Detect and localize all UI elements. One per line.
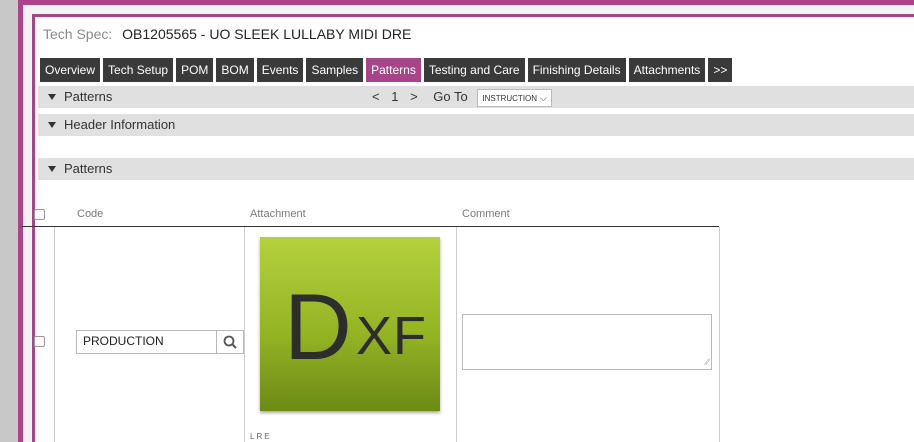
window-frame: Tech Spec: OB1205565 - UO SLEEK LULLABY …: [18, 0, 914, 442]
tab-patterns[interactable]: Patterns: [366, 58, 421, 82]
dxf-letters-xf: XF: [356, 306, 428, 366]
comment-textarea[interactable]: ∕∕: [462, 314, 712, 370]
goto-label: Go To: [433, 89, 468, 104]
tab-testing-and-care[interactable]: Testing and Care: [423, 58, 525, 82]
tech-spec-panel: Tech Spec: OB1205565 - UO SLEEK LULLABY …: [32, 14, 914, 442]
dxf-letter-d: D: [284, 274, 352, 379]
header-information-section[interactable]: Header Information: [38, 114, 914, 136]
patterns-section[interactable]: Patterns: [38, 158, 914, 180]
prev-page-button[interactable]: <: [372, 89, 380, 104]
tab-overview[interactable]: Overview: [40, 58, 101, 82]
column-divider: [244, 227, 245, 442]
frame-accent-left: [18, 0, 23, 442]
caret-down-icon[interactable]: [48, 94, 56, 101]
pager: < 1 > Go To INSTRUCTION ⌵: [368, 86, 552, 108]
code-field[interactable]: PRODUCTION: [76, 330, 244, 354]
goto-select-value: INSTRUCTION: [482, 93, 538, 103]
tab-pom[interactable]: POM: [176, 58, 214, 82]
tab-finishing-details[interactable]: Finishing Details: [527, 58, 626, 82]
caret-down-icon[interactable]: [48, 122, 56, 129]
tab-samples[interactable]: Samples: [306, 58, 364, 82]
title-label: Tech Spec:: [43, 26, 113, 42]
tab-bom[interactable]: BOM: [216, 58, 254, 82]
code-field-value: PRODUCTION: [83, 334, 164, 348]
tab-tech-setup[interactable]: Tech Setup: [103, 58, 174, 82]
goto-select[interactable]: INSTRUCTION ⌵: [477, 88, 552, 107]
column-header-code: Code: [77, 208, 104, 220]
resize-grip-icon[interactable]: ∕∕: [706, 357, 709, 367]
header-section-label: Header Information: [64, 117, 176, 132]
panel-accent-line: [35, 14, 914, 17]
tab-bar: Overview Tech Setup POM BOM Events Sampl…: [40, 58, 735, 82]
next-page-button[interactable]: >: [410, 89, 418, 104]
frame-accent-top: [18, 0, 914, 5]
column-header-attachment: Attachment: [250, 208, 306, 220]
chevron-down-icon: ⌵: [540, 92, 547, 103]
column-header-comment: Comment: [462, 208, 510, 220]
patterns-pager-section[interactable]: Patterns < 1 > Go To INSTRUCTION ⌵: [38, 86, 914, 108]
column-divider: [54, 227, 55, 442]
tab-attachments[interactable]: Attachments: [628, 58, 706, 82]
dxf-file-icon[interactable]: D XF: [260, 237, 440, 411]
title-value: OB1205565 - UO SLEEK LULLABY MIDI DRE: [122, 26, 412, 42]
tab-events[interactable]: Events: [256, 58, 304, 82]
select-all-checkbox[interactable]: [34, 209, 45, 220]
table-header-divider: [21, 226, 719, 227]
caret-down-icon[interactable]: [48, 166, 56, 173]
pager-section-label: Patterns: [64, 89, 113, 104]
attachment-caption: LRE: [250, 432, 272, 441]
current-page: 1: [391, 89, 399, 104]
column-divider: [719, 227, 720, 442]
row-checkbox[interactable]: [34, 336, 45, 347]
search-icon[interactable]: [216, 331, 243, 353]
page-title: Tech Spec: OB1205565 - UO SLEEK LULLABY …: [43, 26, 411, 42]
tab-more[interactable]: >>: [708, 58, 733, 82]
column-divider: [456, 227, 457, 442]
patterns-section-label: Patterns: [64, 161, 113, 176]
